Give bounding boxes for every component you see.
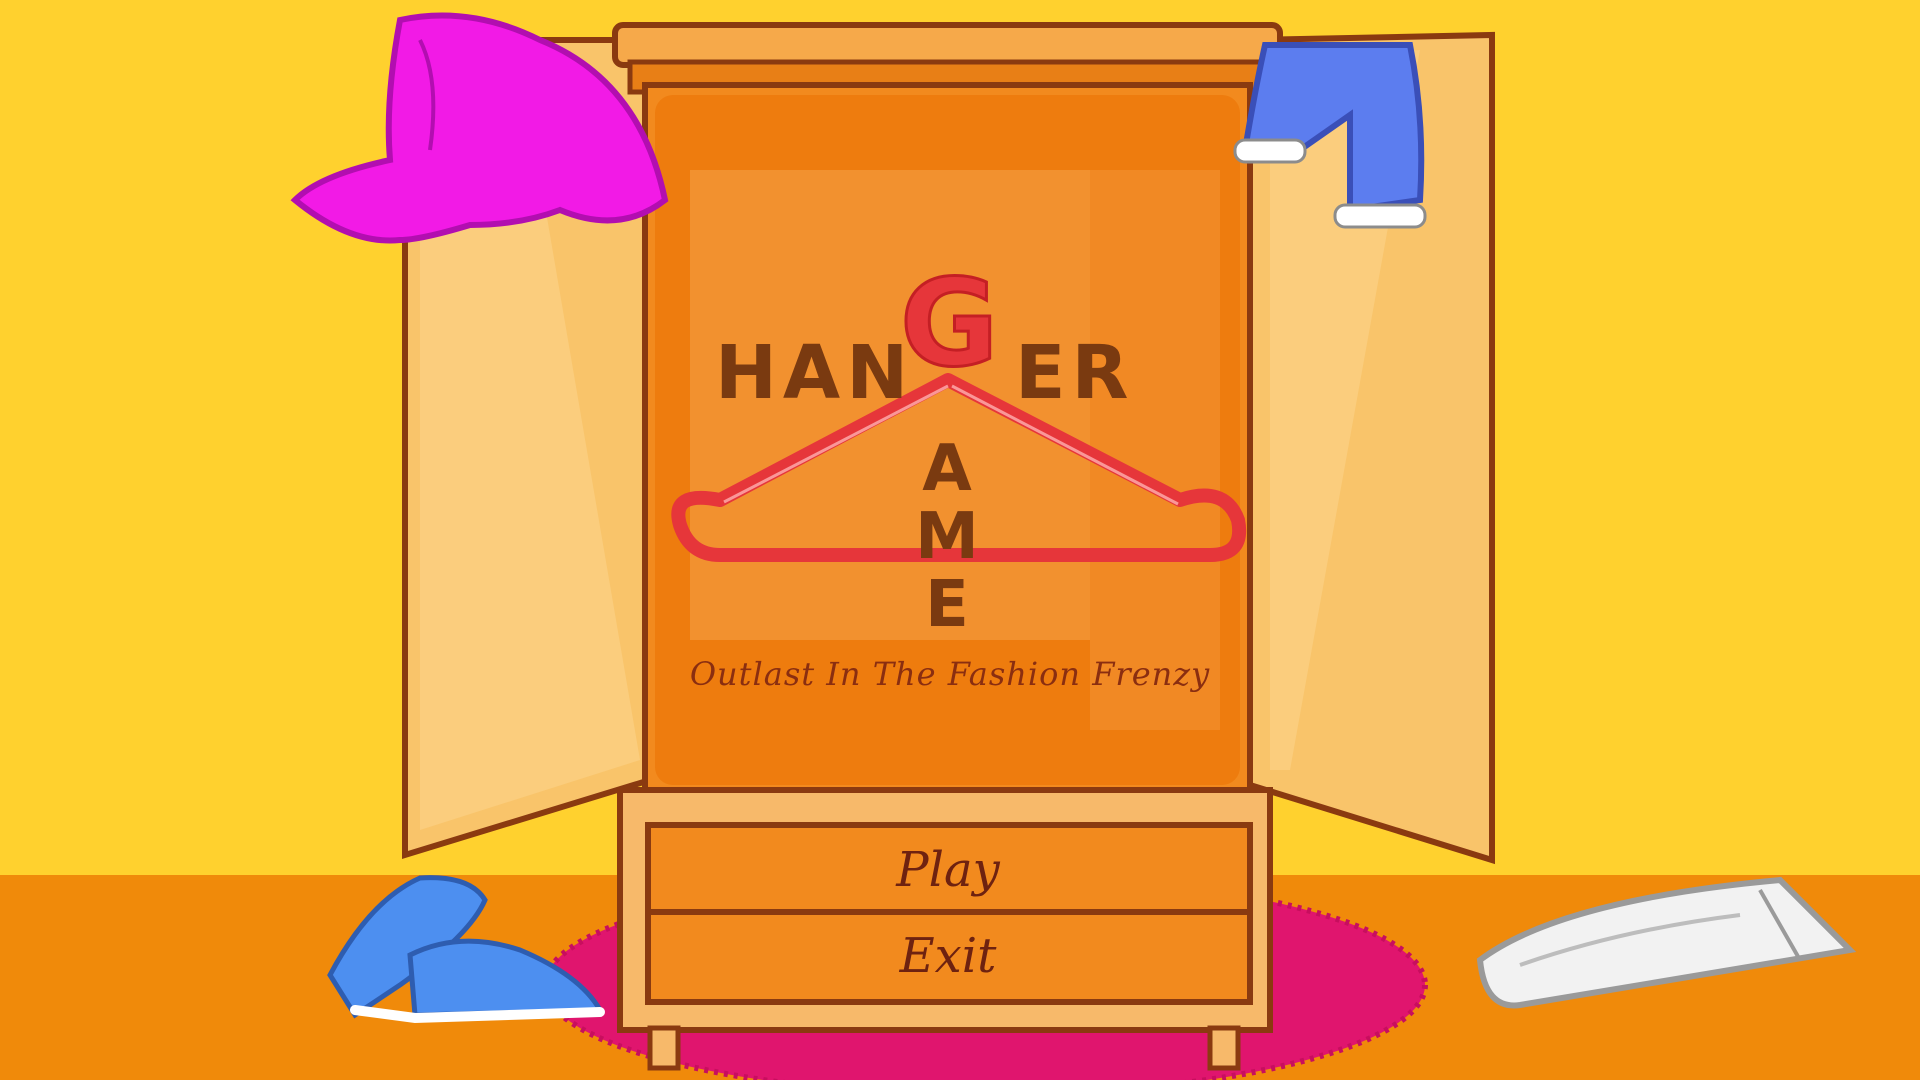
title-screen: HAN G ER A M E Outlast In The Fashion Fr… [0,0,1920,1080]
title-vertical-m: M [915,500,979,574]
exit-button[interactable]: Exit [650,916,1246,996]
title-er: ER [1015,330,1135,416]
play-button[interactable]: Play [650,830,1246,910]
exit-button-label: Exit [899,928,997,984]
game-subtitle: Outlast In The Fashion Frenzy [689,655,1211,693]
play-button-label: Play [896,842,1000,898]
title-vertical-a: A [922,432,972,506]
wardrobe-crown [612,22,1283,68]
title-hook-letter: G [899,254,1005,396]
title-vertical-e: E [925,568,969,642]
title-han: HAN [715,330,915,416]
